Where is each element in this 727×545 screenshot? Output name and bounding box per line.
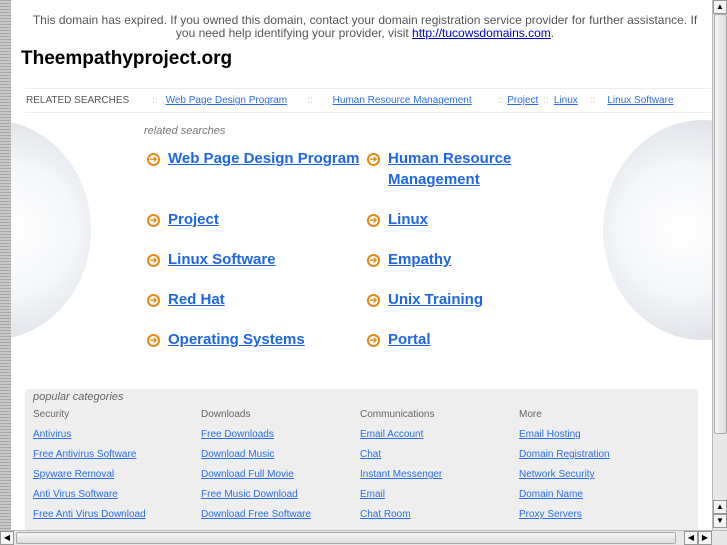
decorative-globe-left (11, 120, 91, 340)
scroll-right-button[interactable]: ▶ (698, 531, 712, 545)
related-link[interactable]: Human Resource Management (388, 148, 527, 190)
related-bar-link[interactable]: Linux Software (607, 95, 673, 106)
related-link[interactable]: Linux Software (168, 249, 276, 270)
category-title: Communications (360, 409, 435, 420)
category-link[interactable]: Download Free Software (201, 509, 311, 529)
category-link[interactable]: Email (360, 489, 442, 509)
arrow-icon: ➔ (367, 153, 380, 166)
related-link[interactable]: Empathy (388, 249, 451, 270)
category-link[interactable]: Network Security (519, 469, 610, 489)
category-title: Security (33, 409, 70, 420)
related-link[interactable]: Red Hat (168, 289, 225, 310)
category-link[interactable]: Free Downloads (201, 429, 311, 449)
separator: :: (307, 95, 313, 106)
category-title: More (519, 409, 542, 420)
category-link[interactable]: Free Music Download (201, 489, 311, 509)
expired-notice: This domain has expired. If you owned th… (25, 14, 705, 40)
related-bar-link[interactable]: Web Page Design Program (166, 95, 288, 106)
page-content: This domain has expired. If you owned th… (11, 0, 712, 530)
category-link[interactable]: Instant Messenger (360, 469, 442, 489)
category-title: Downloads (201, 409, 251, 420)
popular-categories: popular categories Security Antivirus Free… (25, 389, 698, 530)
horizontal-scrollbar[interactable]: ◀ ◀ ▶ (0, 530, 727, 545)
related-bar-label: RELATED SEARCHES (26, 95, 130, 106)
window-gutter (0, 0, 11, 530)
separator: :: (543, 95, 549, 106)
arrow-icon: ➔ (367, 294, 380, 307)
horizontal-scroll-thumb[interactable] (16, 532, 676, 544)
decorative-globe-right (603, 120, 712, 340)
category-link[interactable]: Email Hosting (519, 429, 610, 449)
category-link[interactable]: Chat (360, 449, 442, 469)
site-title: Theempathyproject.org (21, 48, 233, 69)
category-column: Security Antivirus Free Antivirus Software… (33, 409, 146, 529)
category-link[interactable]: Domain Registration (519, 449, 610, 469)
scroll-left-button[interactable]: ◀ (0, 531, 14, 545)
related-link[interactable]: Portal (388, 329, 431, 350)
arrow-icon: ➔ (367, 334, 380, 347)
category-link[interactable]: Email Account (360, 429, 442, 449)
category-link[interactable]: Chat Room (360, 509, 442, 529)
separator: :: (589, 95, 596, 106)
related-link[interactable]: Operating Systems (168, 329, 305, 350)
arrow-icon: ➔ (147, 254, 160, 267)
related-searches-heading: related searches (144, 125, 226, 137)
scroll-up-button[interactable]: ▲ (713, 0, 727, 14)
category-link[interactable]: Free Anti Virus Download (33, 509, 146, 529)
related-searches-bar: RELATED SEARCHES :: Web Page Design Prog… (25, 88, 711, 113)
scroll-down-button[interactable]: ▼ (713, 514, 727, 528)
category-link[interactable]: Antivirus (33, 429, 146, 449)
arrow-icon: ➔ (367, 254, 380, 267)
related-link[interactable]: Unix Training (388, 289, 483, 310)
related-link[interactable]: Linux (388, 209, 428, 230)
notice-end: . (550, 26, 555, 40)
related-bar-link[interactable]: Human Resource Management (333, 95, 472, 106)
category-link[interactable]: Anti Virus Software (33, 489, 146, 509)
tucows-link[interactable]: http://tucowsdomains.com (412, 26, 551, 40)
category-link[interactable]: Spyware Removal (33, 469, 146, 489)
category-column: Downloads Free Downloads Download Music Dow… (201, 409, 311, 529)
scroll-left-button[interactable]: ◀ (684, 531, 698, 545)
vertical-scroll-thumb[interactable] (714, 14, 727, 434)
related-bar-link[interactable]: Linux (554, 95, 578, 106)
related-link[interactable]: Web Page Design Program (168, 148, 359, 169)
arrow-icon: ➔ (147, 334, 160, 347)
category-link[interactable]: Download Full Movie (201, 469, 311, 489)
arrow-icon: ➔ (367, 214, 380, 227)
category-link[interactable]: Download Music (201, 449, 311, 469)
popular-categories-heading: popular categories (33, 391, 124, 403)
arrow-icon: ➔ (147, 214, 160, 227)
category-link[interactable]: Free Antivirus Software (33, 449, 146, 469)
category-column: More Email Hosting Domain Registration Netw… (519, 409, 610, 529)
scroll-up-button[interactable]: ▲ (713, 500, 727, 514)
related-link[interactable]: Project (168, 209, 219, 230)
separator: :: (152, 95, 158, 106)
category-column: Communications Email Account Chat Instant M… (360, 409, 442, 529)
arrow-icon: ➔ (147, 153, 160, 166)
category-link[interactable]: Domain Name (519, 489, 610, 509)
arrow-icon: ➔ (147, 294, 160, 307)
separator: :: (497, 95, 504, 106)
notice-text: This domain has expired. If you owned th… (32, 13, 698, 40)
category-link[interactable]: Proxy Servers (519, 509, 610, 529)
related-bar-link[interactable]: Project (507, 95, 538, 106)
vertical-scrollbar[interactable]: ▲ ▲ ▼ (712, 0, 727, 530)
